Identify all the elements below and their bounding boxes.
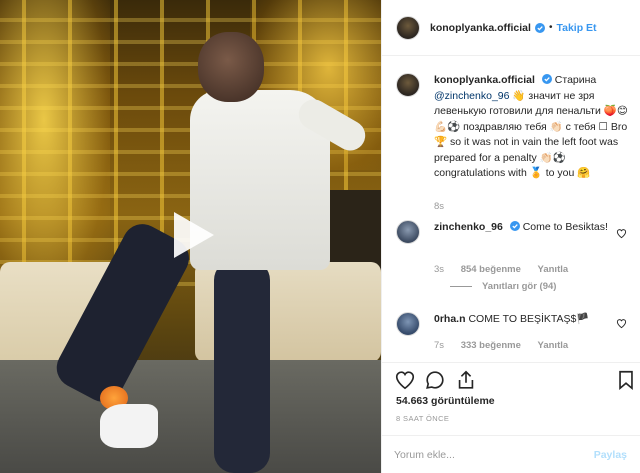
avatar[interactable] <box>396 15 420 40</box>
caption-age[interactable]: 8s <box>434 201 444 212</box>
comment-likes[interactable]: 333 beğenme <box>461 340 521 351</box>
post-time[interactable]: 8 SAAT ÖNCE <box>396 414 449 423</box>
replies-divider <box>450 286 472 287</box>
avatar[interactable] <box>396 73 420 97</box>
share-icon[interactable] <box>455 369 477 391</box>
video-floor <box>0 360 381 473</box>
video-shoe <box>100 404 158 448</box>
view-replies-label[interactable]: Yanıtları gör (94) <box>482 281 556 292</box>
header-username[interactable]: konoplyanka.official <box>430 22 531 34</box>
post-comment-button[interactable]: Paylaş <box>594 449 627 461</box>
comment-icon[interactable] <box>424 369 446 391</box>
post-panel: konoplyanka.official • Takip Et konoplya… <box>381 0 640 473</box>
verified-badge-icon <box>509 221 520 231</box>
action-bar: 54.663 görüntüleme 8 SAAT ÖNCE Paylaş <box>382 362 640 472</box>
list-item: zinchenko_96 Come to Besiktas! 3s 854 be… <box>396 220 631 300</box>
view-count[interactable]: 54.663 görüntüleme <box>396 395 495 407</box>
comment-like-heart-icon[interactable] <box>616 318 627 329</box>
comment-username[interactable]: 0rha.n <box>434 313 466 325</box>
comment-text: 0rha.n COME TO BEŞİKTAŞ$🏴 <box>434 312 634 328</box>
avatar[interactable] <box>396 220 420 244</box>
play-button[interactable] <box>166 208 220 262</box>
caption-text-after: 👋 значит не зря левенькую готовили для п… <box>434 89 628 180</box>
comment-likes[interactable]: 854 beğenme <box>461 264 521 275</box>
comment-meta: 7s 333 beğenme Yanıtla <box>434 340 582 351</box>
comment-like-heart-icon[interactable] <box>616 228 627 239</box>
view-replies-button[interactable]: Yanıtları gör (94) <box>450 281 556 292</box>
comment-input[interactable] <box>394 444 584 466</box>
post-header: konoplyanka.official • Takip Et <box>382 0 640 56</box>
video-player[interactable] <box>0 0 381 473</box>
comments-list: konoplyanka.official Старина @zinchenko_… <box>382 56 640 362</box>
comment-username[interactable]: zinchenko_96 <box>434 221 503 233</box>
comment-text: zinchenko_96 Come to Besiktas! <box>434 220 634 236</box>
comment-body: Come to Besiktas! <box>522 221 608 233</box>
caption-text: konoplyanka.official Старина @zinchenko_… <box>434 73 634 182</box>
reply-button[interactable]: Yanıtla <box>538 264 569 275</box>
play-icon <box>174 212 214 258</box>
reply-button[interactable]: Yanıtla <box>538 340 569 351</box>
avatar[interactable] <box>396 312 420 336</box>
follow-button[interactable]: Takip Et <box>556 22 596 34</box>
video-person-leg <box>214 260 270 473</box>
caption: konoplyanka.official Старина @zinchenko_… <box>396 73 631 213</box>
header-separator: • <box>548 22 553 33</box>
comment-meta: 3s 854 beğenme Yanıtla <box>434 264 582 275</box>
bookmark-icon[interactable] <box>615 369 637 391</box>
video-light-left <box>0 0 110 300</box>
caption-username[interactable]: konoplyanka.official <box>434 74 535 86</box>
verified-badge-icon <box>534 22 545 33</box>
verified-badge-icon <box>541 74 552 84</box>
comment-form: Paylaş <box>382 435 640 473</box>
caption-text-before: Старина <box>554 74 597 86</box>
comment-age[interactable]: 3s <box>434 264 444 275</box>
heart-icon[interactable] <box>394 369 416 391</box>
comment-age[interactable]: 7s <box>434 340 444 351</box>
comment-body: COME TO BEŞİKTAŞ$🏴 <box>468 313 590 325</box>
caption-mention[interactable]: @zinchenko_96 <box>434 90 509 102</box>
video-person-head <box>198 32 264 102</box>
list-item: 0rha.n COME TO BEŞİKTAŞ$🏴 7s 333 beğenme… <box>396 312 631 362</box>
caption-meta: 8s <box>434 201 458 212</box>
